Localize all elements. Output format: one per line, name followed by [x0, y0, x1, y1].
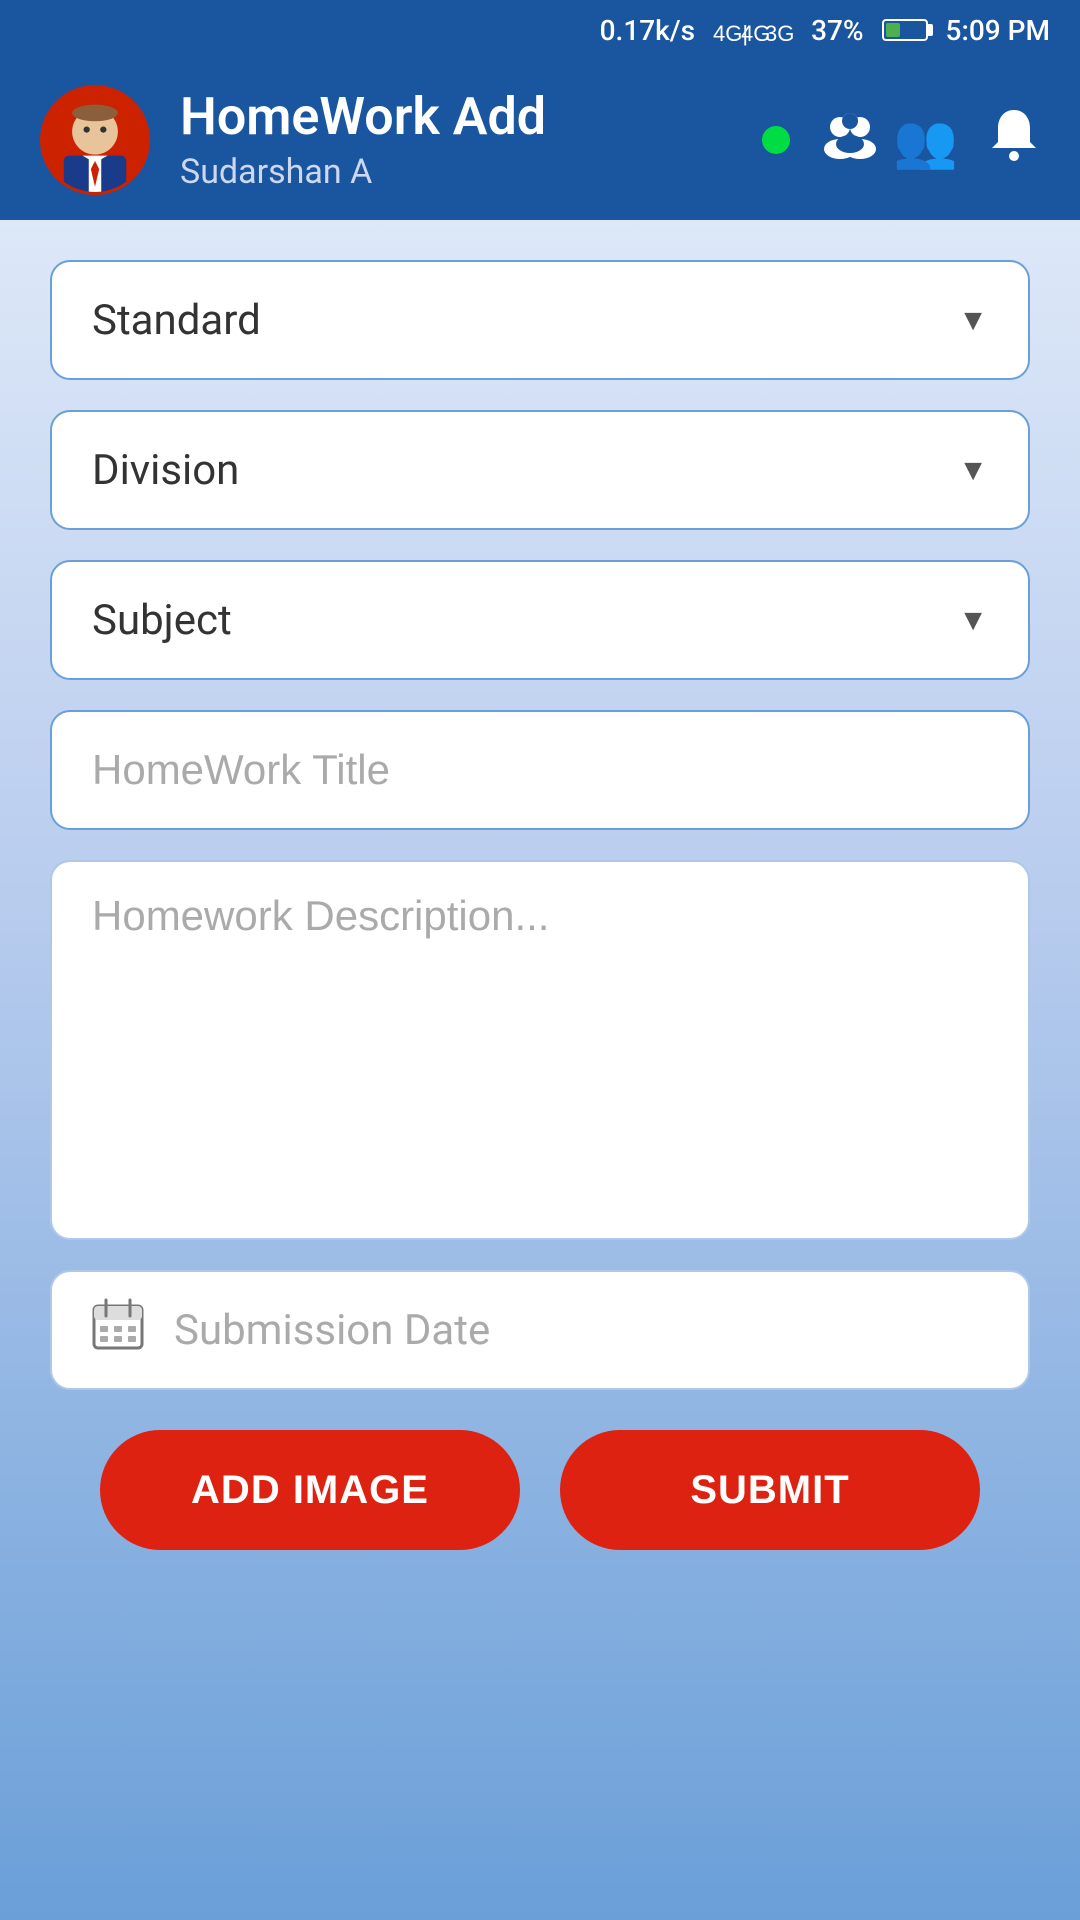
svg-text:3G: 3G	[765, 21, 793, 46]
division-label: Division	[92, 446, 239, 495]
add-image-button[interactable]: ADD IMAGE	[100, 1430, 520, 1550]
battery-icon	[882, 19, 928, 41]
subject-label: Subject	[92, 596, 232, 645]
division-chevron-down-icon: ▼	[958, 453, 988, 488]
calendar-icon	[92, 1298, 144, 1363]
subject-chevron-down-icon: ▼	[958, 603, 988, 638]
standard-label: Standard	[92, 296, 261, 345]
subject-dropdown[interactable]: Subject ▼	[50, 560, 1030, 680]
submit-button[interactable]: SUBMIT	[560, 1430, 980, 1550]
header-info: HomeWork Add Sudarshan A	[180, 88, 732, 191]
network-type: 4G| 4G 3G	[713, 13, 793, 48]
action-buttons: ADD IMAGE SUBMIT	[50, 1430, 1030, 1550]
standard-chevron-down-icon: ▼	[958, 303, 988, 338]
status-bar: 0.17k/s 4G| 4G 3G 37% 5:09 PM	[0, 0, 1080, 60]
online-status-dot	[762, 126, 790, 154]
notification-icon[interactable]	[988, 106, 1040, 175]
division-dropdown[interactable]: Division ▼	[50, 410, 1030, 530]
homework-description-input[interactable]	[50, 860, 1030, 1240]
page-title: HomeWork Add	[180, 88, 732, 145]
app-header: HomeWork Add Sudarshan A 👥	[0, 60, 1080, 220]
standard-dropdown[interactable]: Standard ▼	[50, 260, 1030, 380]
homework-title-input[interactable]	[50, 710, 1030, 830]
avatar	[40, 85, 150, 195]
submission-date-picker[interactable]: Submission Date	[50, 1270, 1030, 1390]
group-icon[interactable]: 👥	[820, 109, 958, 172]
time-display: 5:09 PM	[946, 14, 1050, 47]
header-actions: 👥	[762, 106, 1040, 175]
main-content: Standard ▼ Division ▼ Subject ▼	[0, 220, 1080, 1920]
submission-date-placeholder: Submission Date	[174, 1306, 490, 1355]
network-speed: 0.17k/s	[600, 14, 695, 47]
battery-percent: 37%	[811, 14, 863, 47]
user-name: Sudarshan A	[180, 152, 732, 192]
